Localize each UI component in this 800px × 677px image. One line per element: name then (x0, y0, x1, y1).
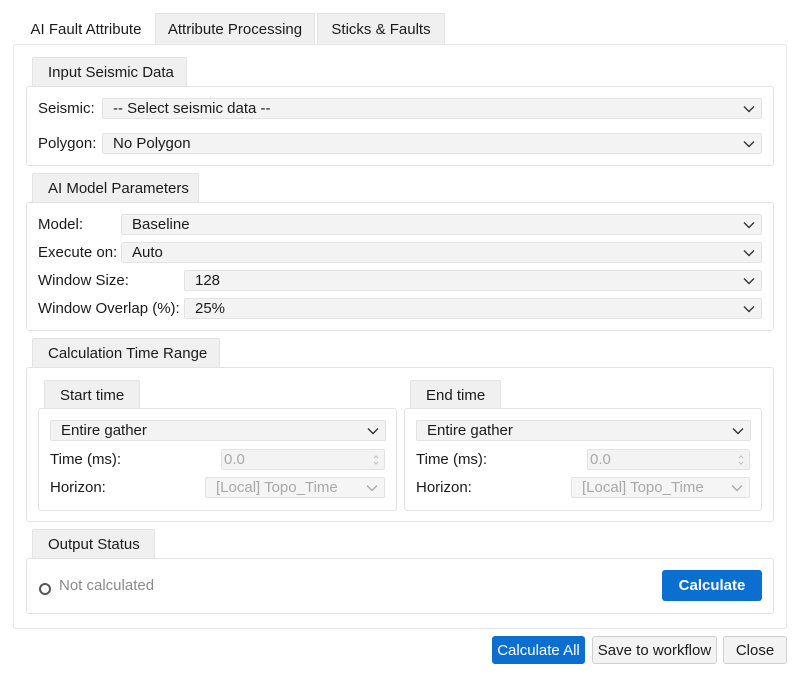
start-horizon-label: Horizon: (50, 479, 106, 496)
polygon-select-value: No Polygon (113, 135, 191, 152)
end-time-ms-label: Time (ms): (416, 451, 488, 468)
execute-on-select-value: Auto (132, 244, 163, 261)
start-horizon-value: [Local] Topo_Time (216, 479, 338, 496)
chevron-down-icon (743, 140, 755, 147)
window-size-label: Window Size: (38, 272, 129, 289)
tab-label: Sticks & Faults (331, 21, 431, 38)
polygon-label: Polygon: (38, 135, 97, 152)
window-overlap-select[interactable]: 25% (184, 298, 762, 319)
execute-on-select[interactable]: Auto (121, 242, 762, 263)
execute-on-label: Execute on: (38, 244, 118, 261)
group-title-text: Output Status (48, 536, 140, 553)
subgroup-title-text: Start time (60, 387, 125, 404)
group-title-output-status: Output Status (32, 529, 155, 559)
spin-arrows-icon (738, 455, 744, 465)
chevron-down-icon (743, 221, 755, 228)
group-title-text: AI Model Parameters (48, 180, 189, 197)
start-time-ms-input[interactable]: 0.0 (221, 449, 385, 470)
status-text: Not calculated (59, 577, 155, 594)
subgroup-title-start-time: Start time (44, 380, 140, 410)
seismic-label: Seismic: (38, 100, 95, 117)
start-time-mode-select[interactable]: Entire gather (50, 420, 386, 441)
chevron-down-icon (743, 305, 755, 312)
tab-label: AI Fault Attribute (30, 21, 142, 38)
tab-attribute-processing[interactable]: Attribute Processing (155, 13, 315, 45)
calculate-all-button[interactable]: Calculate All (492, 636, 585, 664)
subgroup-title-end-time: End time (410, 380, 501, 410)
model-label: Model: (38, 216, 84, 233)
group-title-ai-model: AI Model Parameters (32, 173, 199, 203)
group-title-input-seismic: Input Seismic Data (32, 57, 187, 87)
chevron-down-icon (743, 249, 755, 256)
chevron-down-icon (732, 427, 744, 434)
group-title-text: Input Seismic Data (48, 64, 174, 81)
seismic-select[interactable]: -- Select seismic data -- (102, 98, 762, 119)
chevron-down-icon (731, 484, 743, 491)
end-time-mode-value: Entire gather (427, 422, 513, 439)
save-to-workflow-button-label: Save to workflow (597, 641, 712, 659)
spin-arrows-icon (373, 455, 379, 465)
end-horizon-label: Horizon: (416, 479, 472, 496)
end-horizon-select[interactable]: [Local] Topo_Time (571, 477, 750, 498)
group-title-text: Calculation Time Range (48, 345, 208, 362)
chevron-down-icon (367, 427, 379, 434)
window-size-select[interactable]: 128 (184, 270, 762, 291)
window-overlap-select-value: 25% (195, 300, 226, 317)
model-select-value: Baseline (132, 216, 190, 233)
end-time-mode-select[interactable]: Entire gather (416, 420, 751, 441)
start-time-ms-label: Time (ms): (50, 451, 122, 468)
calculate-button-label: Calculate (678, 577, 746, 594)
polygon-select[interactable]: No Polygon (102, 133, 762, 154)
calculate-button[interactable]: Calculate (662, 570, 762, 601)
chevron-down-icon (743, 277, 755, 284)
status-circle-icon (39, 583, 51, 595)
close-button-label: Close (735, 641, 775, 659)
start-time-mode-value: Entire gather (61, 422, 147, 439)
model-select[interactable]: Baseline (121, 214, 762, 235)
end-time-ms-value: 0.0 (590, 451, 611, 468)
end-horizon-value: [Local] Topo_Time (582, 479, 704, 496)
chevron-down-icon (743, 105, 755, 112)
tab-ai-fault-attribute[interactable]: AI Fault Attribute (18, 13, 154, 45)
window-size-select-value: 128 (195, 272, 221, 289)
start-time-ms-value: 0.0 (224, 451, 245, 468)
calculate-all-button-label: Calculate All (497, 641, 580, 659)
start-horizon-select[interactable]: [Local] Topo_Time (205, 477, 385, 498)
tab-label: Attribute Processing (167, 21, 303, 38)
seismic-select-value: -- Select seismic data -- (113, 100, 271, 117)
save-to-workflow-button[interactable]: Save to workflow (592, 636, 717, 664)
window-overlap-label: Window Overlap (%): (38, 300, 180, 317)
group-title-time-range: Calculation Time Range (32, 338, 220, 368)
end-time-ms-input[interactable]: 0.0 (587, 449, 750, 470)
tab-sticks-faults[interactable]: Sticks & Faults (317, 13, 445, 45)
chevron-down-icon (366, 484, 378, 491)
close-button[interactable]: Close (723, 636, 787, 664)
subgroup-title-text: End time (426, 387, 486, 404)
